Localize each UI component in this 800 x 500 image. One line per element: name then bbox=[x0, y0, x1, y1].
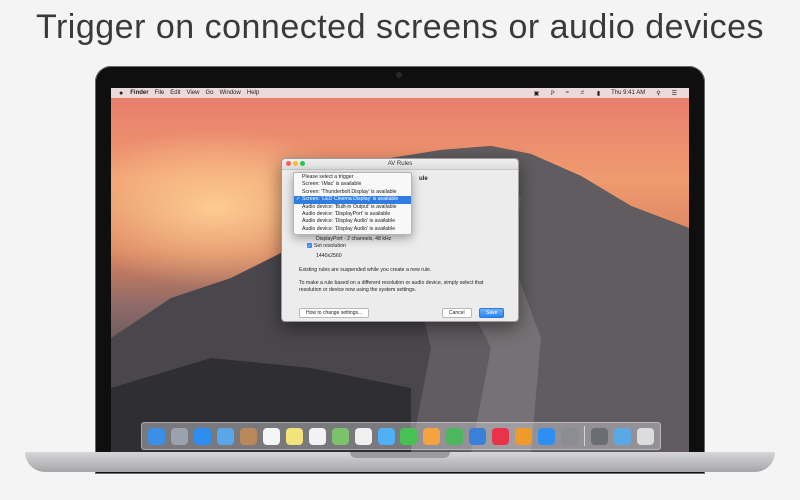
menu-edit[interactable]: Edit bbox=[170, 90, 180, 96]
window-title: AV Rules bbox=[387, 161, 413, 167]
av-rules-icon[interactable] bbox=[591, 427, 609, 445]
finder-icon[interactable] bbox=[147, 427, 165, 445]
resolution-value: 1440x2560 bbox=[316, 253, 342, 259]
dock-separator bbox=[584, 426, 586, 446]
camera bbox=[396, 72, 402, 78]
apple-menu-icon[interactable]: ● bbox=[119, 90, 123, 97]
trash-icon[interactable] bbox=[636, 427, 654, 445]
window-heading-partial: ule bbox=[419, 176, 428, 182]
checkmark-icon: ✓ bbox=[296, 196, 301, 203]
window-titlebar: AV Rules bbox=[282, 159, 518, 170]
menu-go[interactable]: Go bbox=[206, 90, 214, 96]
device-detail: DisplayPort - 2 channels, 48 kHz bbox=[316, 236, 392, 242]
dropdown-item[interactable]: Audio device: 'Built-in Output' is avail… bbox=[294, 204, 411, 211]
messages-icon[interactable] bbox=[377, 427, 395, 445]
cancel-button[interactable]: Cancel bbox=[442, 308, 472, 318]
facetime-icon[interactable] bbox=[400, 427, 418, 445]
numbers-icon[interactable] bbox=[446, 427, 464, 445]
menu-file[interactable]: File bbox=[155, 90, 165, 96]
launchpad-icon[interactable] bbox=[170, 427, 188, 445]
dropdown-item[interactable]: Audio device: 'DisplayPort' is available bbox=[294, 211, 411, 218]
trigger-dropdown-menu: Please select a trigger Screen: 'iMac' is… bbox=[293, 172, 412, 236]
set-resolution-row[interactable]: ✓ Set resolution bbox=[307, 243, 346, 249]
dock bbox=[141, 422, 661, 450]
set-resolution-checkbox[interactable]: ✓ bbox=[307, 243, 312, 249]
notes-icon[interactable] bbox=[285, 427, 303, 445]
save-button[interactable]: Save bbox=[479, 308, 505, 318]
dropdown-item-label: Screen: 'LED Cinema Display' is availabl… bbox=[302, 196, 399, 203]
notification-center-icon[interactable]: ☰ bbox=[672, 90, 677, 97]
dropdown-item-label: Audio device: 'Display Audio' is availab… bbox=[302, 218, 396, 225]
dropdown-item-label: Audio device: 'DisplayPort' is available bbox=[302, 210, 391, 217]
desktop-screen: ● Finder File Edit View Go Window Help ▣… bbox=[111, 88, 689, 452]
dropdown-item-label: Audio device: 'Display Audio' is availab… bbox=[302, 225, 396, 232]
suspended-text: Existing rules are suspended while you c… bbox=[299, 267, 432, 273]
mail-icon[interactable] bbox=[216, 427, 234, 445]
dropdown-item[interactable]: Screen: 'iMac' is available bbox=[294, 181, 411, 188]
dropdown-item-label: Screen: 'iMac' is available bbox=[302, 181, 362, 188]
itunes-icon[interactable] bbox=[492, 427, 510, 445]
ibooks-icon[interactable] bbox=[515, 427, 533, 445]
downloads-folder-icon[interactable] bbox=[613, 427, 631, 445]
calendar-icon[interactable] bbox=[262, 427, 280, 445]
dropdown-item[interactable]: Audio device: 'Display Audio' is availab… bbox=[294, 226, 411, 233]
menu-window[interactable]: Window bbox=[220, 90, 241, 96]
bluetooth-icon[interactable]: ℙ bbox=[550, 90, 554, 97]
laptop-base-notch bbox=[350, 452, 450, 458]
dropdown-item-label: Audio device: 'Built-in Output' is avail… bbox=[302, 203, 397, 210]
contacts-icon[interactable] bbox=[239, 427, 257, 445]
menu-view[interactable]: View bbox=[187, 90, 200, 96]
zoom-window-icon[interactable] bbox=[300, 161, 305, 166]
minimize-window-icon[interactable] bbox=[293, 161, 298, 166]
set-resolution-label: Set resolution bbox=[314, 243, 346, 249]
photos-icon[interactable] bbox=[354, 427, 372, 445]
dropdown-item[interactable]: Screen: 'Thunderbolt Display' is availab… bbox=[294, 189, 411, 196]
menu-extras: ▣ ℙ ≈ ♬ ▮ Thu 9:41 AM ⚲ ☰ bbox=[534, 88, 683, 98]
menu-bar: ● Finder File Edit View Go Window Help ▣… bbox=[111, 88, 689, 98]
dropdown-item[interactable]: Audio device: 'Display Audio' is availab… bbox=[294, 218, 411, 225]
menu-help[interactable]: Help bbox=[247, 90, 259, 96]
dropdown-item-label: Please select a trigger bbox=[302, 174, 354, 180]
safari-icon[interactable] bbox=[193, 427, 211, 445]
reminders-icon[interactable] bbox=[308, 427, 326, 445]
how-to-change-settings-button[interactable]: How to change settings... bbox=[299, 308, 370, 318]
volume-icon[interactable]: ♬ bbox=[580, 90, 586, 96]
maps-icon[interactable] bbox=[331, 427, 349, 445]
dropdown-item[interactable]: ✓ Screen: 'LED Cinema Display' is availab… bbox=[294, 196, 411, 204]
spotlight-icon[interactable]: ⚲ bbox=[656, 90, 660, 97]
info-text-line-1: To make a rule based on a different reso… bbox=[299, 280, 484, 286]
clock[interactable]: Thu 9:41 AM bbox=[611, 90, 645, 96]
menu-finder[interactable]: Finder bbox=[130, 90, 148, 96]
dropdown-item-label: Screen: 'Thunderbolt Display' is availab… bbox=[302, 188, 397, 195]
app-store-icon[interactable] bbox=[538, 427, 556, 445]
keynote-icon[interactable] bbox=[469, 427, 487, 445]
wifi-icon[interactable]: ≈ bbox=[566, 90, 569, 96]
close-window-icon[interactable] bbox=[286, 161, 291, 166]
headline: Trigger on connected screens or audio de… bbox=[35, 8, 765, 46]
battery-icon[interactable]: ▮ bbox=[597, 90, 600, 97]
display-icon[interactable]: ▣ bbox=[534, 90, 540, 97]
dropdown-item[interactable]: Please select a trigger bbox=[294, 174, 411, 181]
info-text-line-2: resolution or device now using the syste… bbox=[299, 287, 417, 293]
pages-icon[interactable] bbox=[423, 427, 441, 445]
system-preferences-icon[interactable] bbox=[561, 427, 579, 445]
